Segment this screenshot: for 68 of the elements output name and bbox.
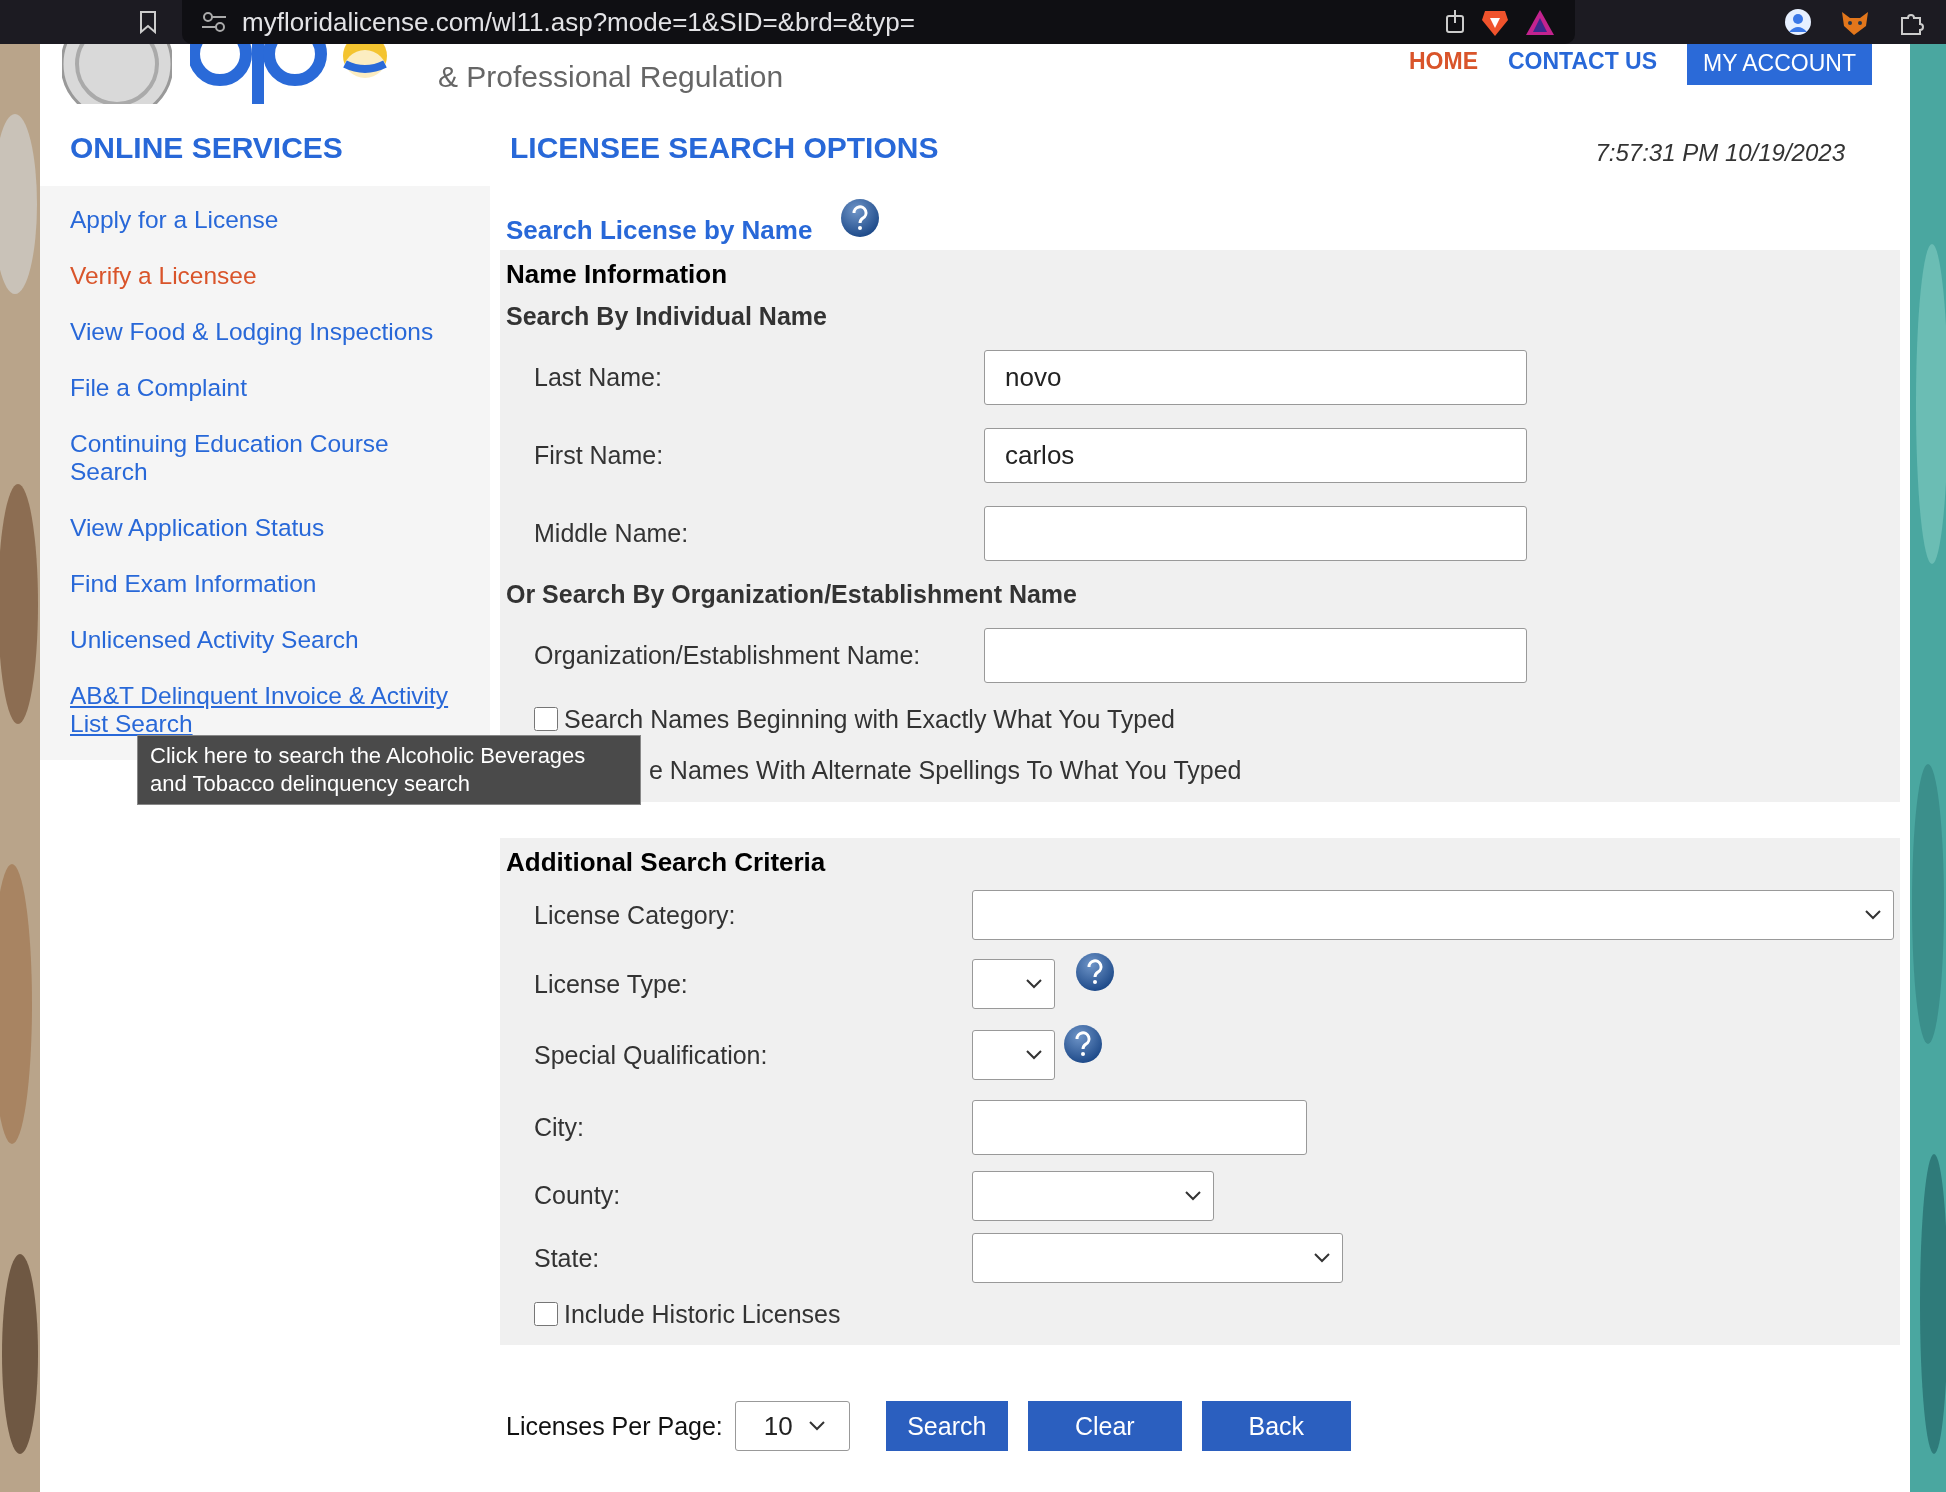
dropdown[interactable] [972,959,1055,1009]
dropdown[interactable] [972,890,1894,940]
sidebar-link[interactable]: Unlicensed Activity Search [70,626,455,654]
nav-link[interactable]: HOME [1409,44,1478,75]
agency-name: & Professional Regulation [438,60,784,94]
triangle-icon [1525,8,1555,36]
field-label: Organization/Establishment Name: [533,640,922,670]
account-button[interactable]: MY ACCOUNT [1687,44,1872,85]
field-label: First Name: [533,440,665,470]
help-icon [840,198,881,238]
site-settings-icon [202,11,226,33]
field-label: License Category: [533,900,737,930]
panel-title: Name Information [506,258,729,291]
sidebar-link[interactable]: File a Complaint [70,374,455,402]
dropdown[interactable] [972,1030,1055,1080]
chevron-down-icon [808,1421,825,1431]
field-label: County: [533,1181,622,1210]
dropdown[interactable] [972,1233,1343,1283]
chevron-down-icon [1026,979,1042,989]
subheading: Search By Individual Name [506,301,828,332]
lion-shield-icon [1481,8,1509,36]
checkbox[interactable] [534,1302,558,1326]
tooltip: Click here to search the Alcoholic Beverages and Tobacco delinquency search [137,735,641,805]
input-field[interactable]: carlos [984,427,1527,483]
form-button[interactable]: Clear [1027,1401,1182,1451]
timestamp: 7:57:31 PM 10/19/2023 [1595,139,1845,167]
profile-icon [1784,8,1812,36]
input-field[interactable] [972,1099,1307,1155]
subheading: Or Search By Organization/Establishment Name [506,579,1078,610]
chevron-down-icon [1026,1050,1042,1060]
page-title: LICENSEE SEARCH OPTIONS [510,130,939,166]
field-label: City: [533,1112,585,1142]
field-label: Licenses Per Page: [506,1411,723,1441]
field-label: Last Name: [533,362,663,392]
chevron-down-icon [1185,1190,1201,1201]
checkbox-label: Search Names Beginning with Exactly What You Typed [564,704,1175,734]
share-icon [1445,10,1465,34]
sidebar-heading: ONLINE SERVICES [69,130,344,166]
field-label: License Type: [533,969,689,999]
form-button[interactable]: Back [1201,1401,1351,1451]
sidebar-link[interactable]: Apply for a License [70,206,455,234]
help-icon [1063,1024,1103,1064]
chevron-down-icon [1865,910,1881,920]
option-label: e Names With Alternate Spellings To What You Typed [649,755,1242,785]
field-label: State: [533,1243,601,1273]
panel-title: Additional Search Criteria [506,846,827,879]
sidebar-link[interactable]: View Application Status [70,514,455,542]
sidebar-link[interactable]: Find Exam Information [70,570,455,598]
per-page-dropdown[interactable]: 10 [734,1401,850,1451]
sidebar-link[interactable]: AB&T Delinquent Invoice & Activity List Search [70,682,455,738]
chevron-down-icon [1314,1253,1330,1263]
input-field[interactable]: novo [984,349,1527,405]
dropdown[interactable] [972,1170,1214,1221]
nav-link[interactable]: CONTACT US [1508,44,1658,75]
form-button[interactable]: Search [885,1401,1008,1451]
field-label: Special Qualification: [533,1040,769,1070]
bookmark-icon [138,10,158,34]
sidebar-link[interactable]: Continuing Education Course Search [70,430,455,486]
sidebar-link[interactable]: Verify a Licensee [70,262,455,290]
section-title: Search License by Name [506,215,813,247]
sidebar-link[interactable]: View Food & Lodging Inspections [70,318,455,346]
help-icon [1075,952,1115,992]
checkbox-label: Include Historic Licenses [564,1299,841,1329]
input-field[interactable] [984,505,1527,561]
seal-icon [62,44,172,104]
checkbox[interactable] [534,707,558,731]
field-label: Middle Name: [533,518,690,548]
input-field[interactable] [984,627,1527,683]
